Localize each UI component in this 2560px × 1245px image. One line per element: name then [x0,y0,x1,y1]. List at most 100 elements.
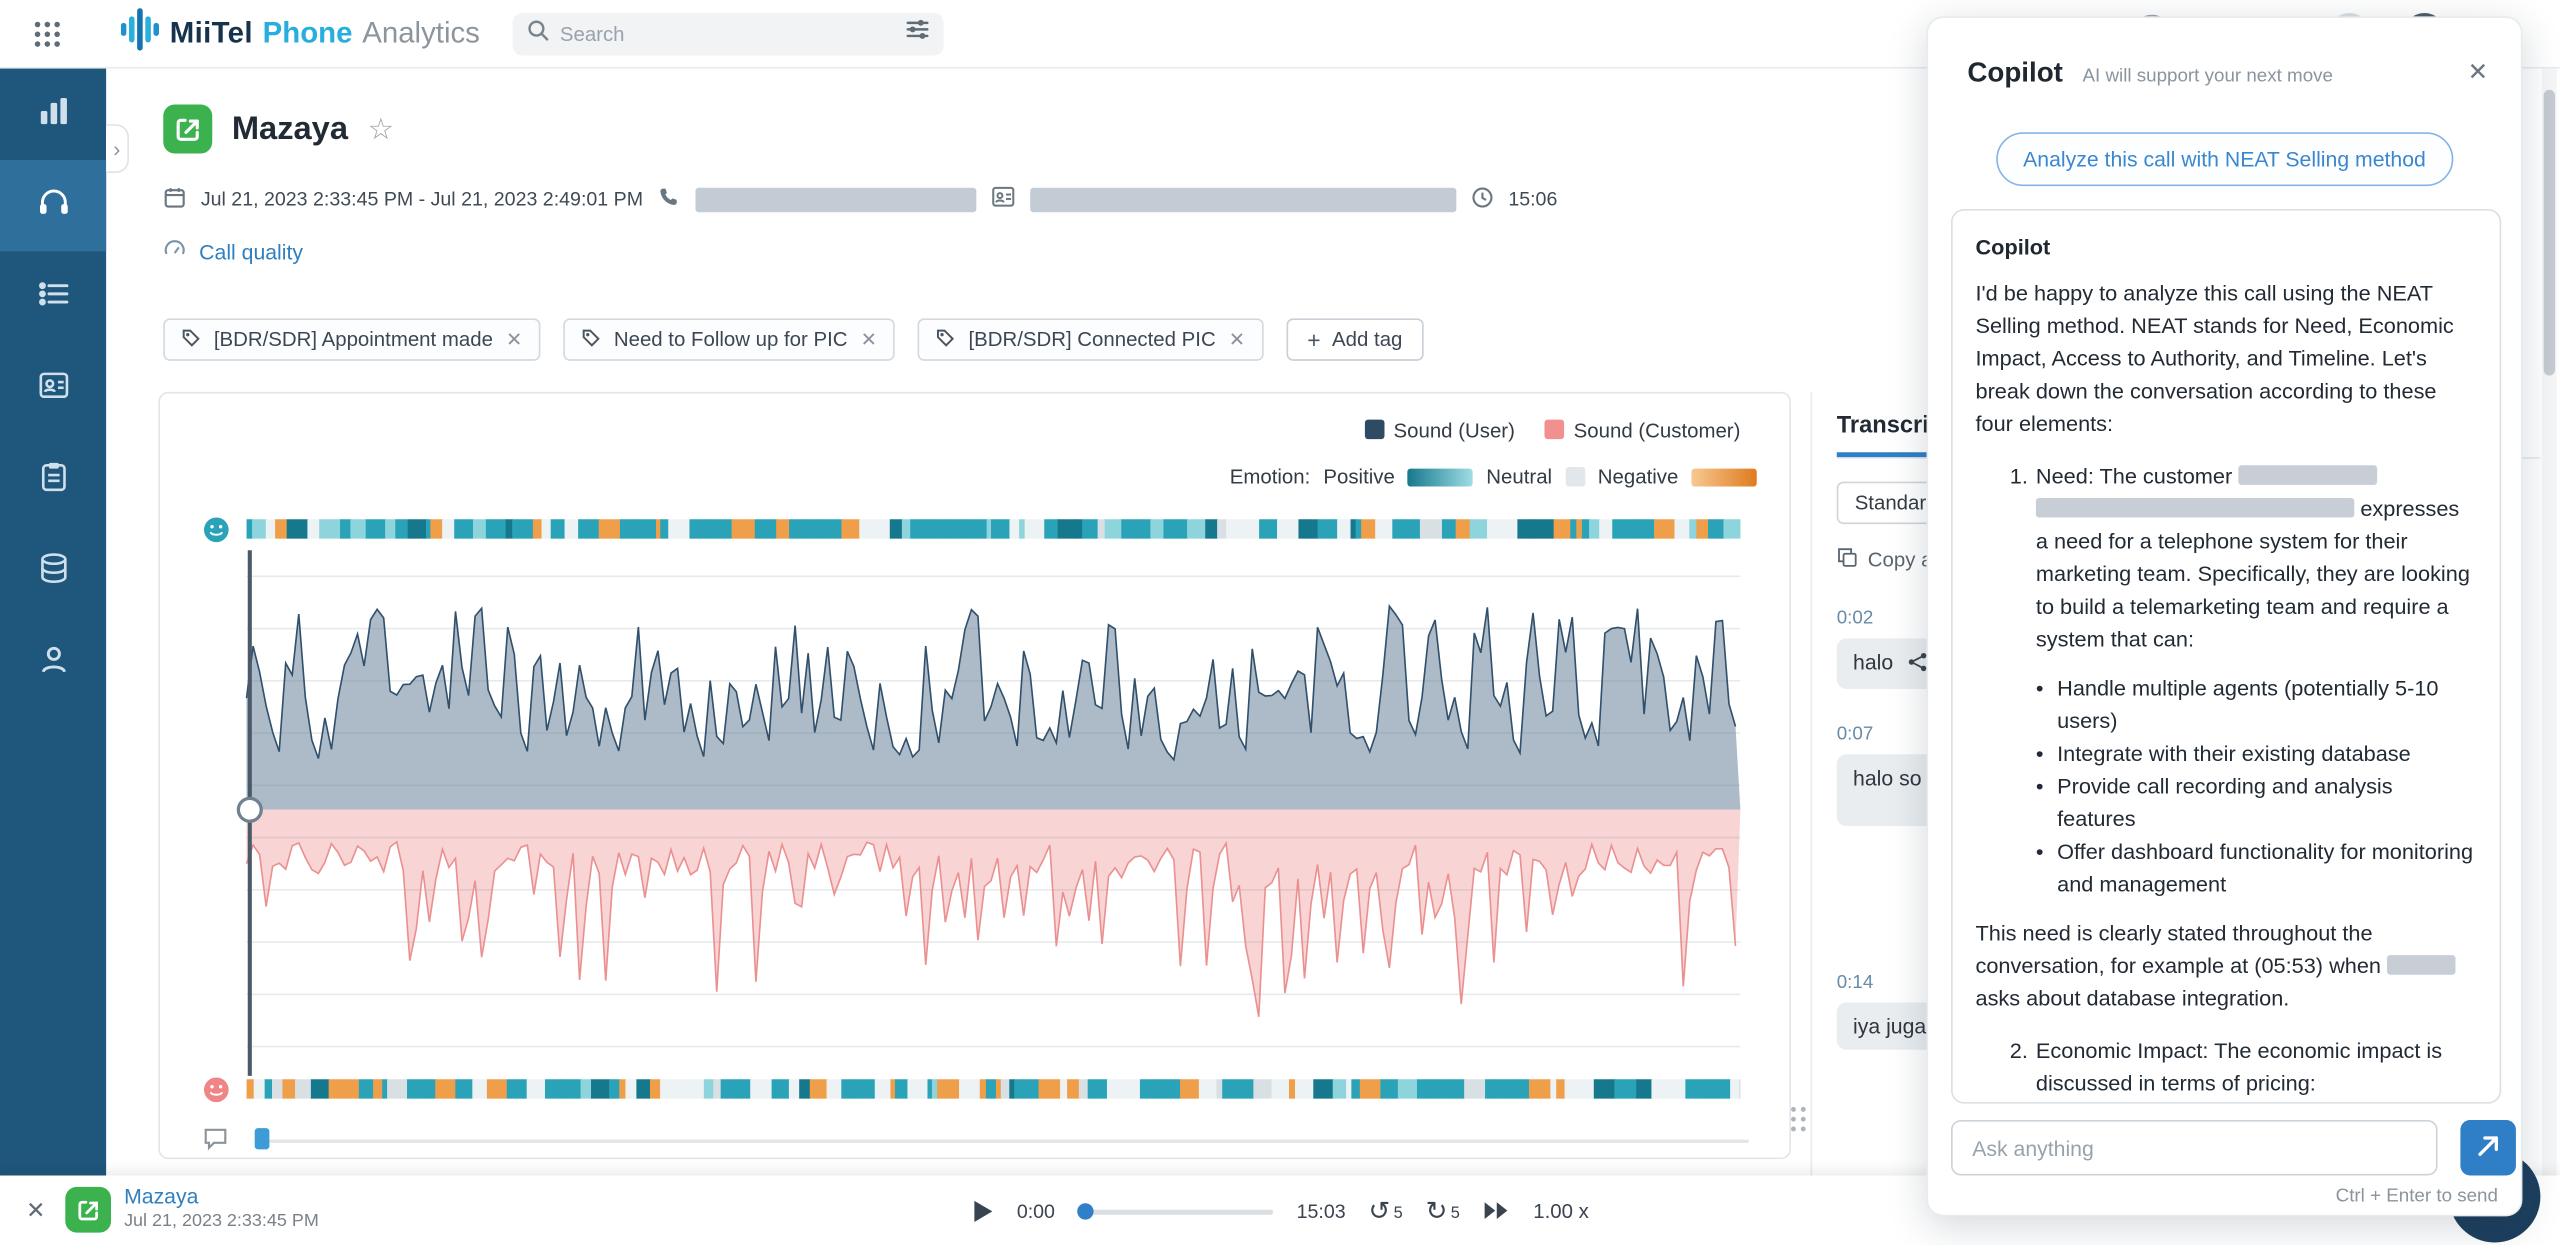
tag-pill: Need to Follow up for PIC ✕ [563,318,895,360]
comment-marker[interactable] [255,1128,270,1149]
global-search [513,12,944,54]
star-icon[interactable]: ☆ [368,112,394,146]
message-paragraph: I'd be happy to analyze this call using … [1976,278,2477,441]
rotate-cw-icon: ↻ [1426,1194,1448,1227]
emotion-label: Emotion: [1230,465,1311,488]
copilot-close-icon[interactable]: ✕ [2468,57,2489,86]
playhead-handle[interactable] [238,798,261,821]
logo-bars-icon [121,8,160,59]
list-number: 1. [2010,460,2028,493]
transcript-text: halo so [1853,766,1921,790]
tag-label: Need to Follow up for PIC [614,328,848,351]
rotate-ccw-icon: ↺ [1368,1194,1390,1227]
fast-forward-button[interactable] [1483,1200,1511,1221]
copilot-subtitle: AI will support your next move [2083,67,2333,87]
sidebar-item-call-list[interactable] [0,251,106,342]
send-arrow-icon [2475,1132,2501,1163]
waveform-card: Sound (User) Sound (Customer) Emotion: P… [158,392,1791,1159]
emotion-neutral-label: Neutral [1486,465,1552,488]
share-icon[interactable] [1906,651,1927,677]
bar-chart-icon [35,92,71,136]
message-text: asks about database integration. [1976,986,2290,1010]
headset-icon [35,184,71,228]
skip-back-button[interactable]: ↺5 [1368,1194,1402,1227]
call-quality-link[interactable]: Call quality [199,240,303,264]
panel-resize-handle[interactable] [1791,1107,1807,1131]
seek-handle[interactable] [1078,1202,1094,1218]
apps-grid-icon[interactable] [33,19,62,48]
sidebar-item-users[interactable] [0,617,106,708]
waveform-chart[interactable] [247,550,1741,1076]
add-tag-label: Add tag [1332,328,1402,351]
suggestion-chip[interactable]: Analyze this call with NEAT Selling meth… [1995,132,2453,186]
copy-icon [1837,547,1858,573]
user-icon [35,641,71,685]
sidebar-item-reports[interactable] [0,434,106,525]
message-bullets: Handle multiple agents (potentially 5-10… [2036,673,2477,902]
bullet-item: Handle multiple agents (potentially 5-10… [2036,673,2477,738]
list-icon [35,275,71,319]
tag-pill: [BDR/SDR] Connected PIC ✕ [918,318,1263,360]
copilot-input[interactable] [1951,1120,2438,1176]
player-call-link[interactable]: Mazaya [124,1184,198,1208]
player-call-datetime: Jul 21, 2023 2:33:45 PM [124,1211,319,1231]
seek-track [1078,1209,1274,1214]
user-emotion-strip[interactable] [247,519,1741,539]
bullet-item: Integrate with their existing database [2036,738,2477,771]
message-text: Economic Impact: The economic impact is … [2036,1038,2442,1095]
message-paragraph: This need is clearly stated throughout t… [1976,918,2477,1016]
add-tag-button[interactable]: + Add tag [1286,318,1424,360]
copilot-panel: Copilot AI will support your next move ✕… [1927,16,2523,1216]
tags-row: [BDR/SDR] Appointment made ✕ Need to Fol… [163,318,1423,360]
app-logo[interactable]: MiiTel Phone Analytics [121,8,480,59]
sidebar-item-calls[interactable] [0,160,106,251]
current-time: 0:00 [1017,1199,1055,1222]
page-scrollbar [2542,69,2557,1176]
plus-icon: + [1307,327,1320,353]
negative-gradient-swatch [1691,468,1756,486]
call-date-range: Jul 21, 2023 2:33:45 PM - Jul 21, 2023 2… [201,188,643,211]
sidebar-item-analytics[interactable] [0,69,106,160]
legend-user: Sound (User) [1364,420,1515,443]
player-close-icon[interactable]: ✕ [26,1197,45,1225]
tag-remove-icon[interactable]: ✕ [506,328,522,351]
sidebar-item-contacts[interactable] [0,343,106,434]
redacted-text [2036,498,2354,518]
message-sender: Copilot [1976,232,2477,265]
redacted-phone-number [695,187,976,211]
emotion-negative-label: Negative [1598,465,1679,488]
clipboard-icon [35,458,71,502]
comment-timeline[interactable] [255,1140,1749,1143]
customer-emotion-strip[interactable] [247,1079,1741,1099]
customer-swatch [1544,420,1564,440]
redacted-text [2238,465,2377,485]
playback-speed-button[interactable]: 1.00 x [1533,1199,1589,1222]
tag-pill: [BDR/SDR] Appointment made ✕ [163,318,540,360]
copilot-send-button[interactable] [2460,1120,2516,1176]
call-meta-row: Jul 21, 2023 2:33:45 PM - Jul 21, 2023 2… [163,184,1557,213]
phone-icon [658,185,681,213]
emotion-positive-label: Positive [1323,465,1394,488]
skip-forward-button[interactable]: ↻5 [1426,1194,1460,1227]
tag-icon [181,327,201,351]
app-root: MiiTel Phone Analytics ↻ ? ⌄ [0,0,2560,1245]
call-duration: 15:06 [1508,188,1557,211]
scrollbar-thumb[interactable] [2544,90,2555,376]
seek-slider[interactable] [1078,1201,1274,1221]
message-list-item: 1. Need: The customer expresses a need f… [1976,460,2477,901]
comment-icon [202,1125,228,1159]
play-button[interactable] [971,1198,994,1224]
tag-remove-icon[interactable]: ✕ [861,328,877,351]
database-icon [35,549,71,593]
tag-icon [581,327,601,351]
tag-remove-icon[interactable]: ✕ [1229,328,1245,351]
message-text: expresses a need for a telephone system … [2036,496,2470,651]
search-input[interactable] [560,22,895,45]
search-filter-icon[interactable] [904,16,930,50]
user-emotion-smiley-icon [202,516,230,552]
brand-suffix: Analytics [362,16,480,50]
sidebar-expand-handle[interactable]: › [106,124,129,173]
bullet-item: Provide call recording and analysis feat… [2036,771,2477,836]
sidebar-item-storage[interactable] [0,526,106,617]
bullet-item: Offer dashboard functionality for monito… [2036,836,2477,901]
